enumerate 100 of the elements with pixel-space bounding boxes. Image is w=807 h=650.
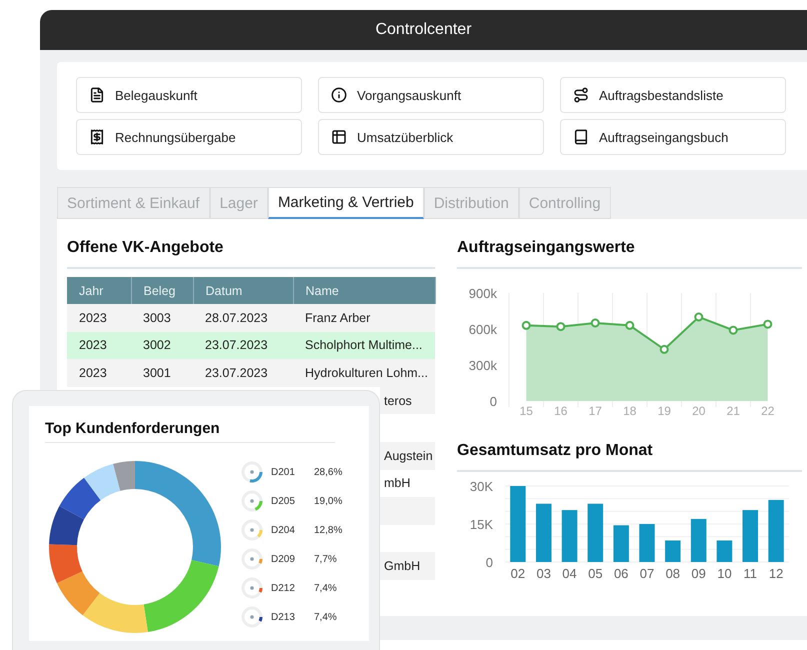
tab[interactable]: Marketing & Vertrieb	[268, 187, 424, 219]
axis-label: 22	[761, 404, 774, 418]
bar	[690, 518, 706, 562]
legend-value: 28,6%	[314, 466, 342, 478]
legend-label: D201	[271, 466, 296, 478]
axis-label: 05	[588, 566, 603, 581]
table-cell: Franz Arber	[293, 304, 435, 332]
axis-label: 18	[623, 404, 636, 418]
table-cell: 3002	[131, 332, 193, 360]
legend-value: 7,7%	[314, 554, 337, 564]
column-header: Datum	[193, 277, 293, 304]
legend-value: 12,8%	[314, 524, 342, 536]
quick-link-button[interactable]: Auftragsbestandsliste	[560, 77, 786, 113]
quick-link-button[interactable]: Rechnungsübergabe	[76, 119, 302, 155]
section-title: Gesamtumsatz pro Monat	[457, 428, 802, 472]
ring-icon	[241, 577, 263, 599]
quick-link-button[interactable]: Auftragseingangsbuch	[560, 119, 786, 155]
bar	[742, 510, 758, 562]
table-cell: 23.07.2023	[193, 359, 293, 387]
axis-label: 300k	[468, 358, 497, 373]
axis-label: 600k	[468, 322, 497, 337]
data-point	[556, 322, 566, 332]
ring-icon	[241, 548, 263, 570]
axis-label: 04	[562, 566, 577, 581]
table-row[interactable]: teros	[380, 386, 435, 414]
legend-label: D209	[271, 554, 296, 564]
data-point	[728, 326, 738, 335]
data-point	[590, 318, 600, 328]
axis-label: 06	[614, 566, 628, 581]
bar	[588, 504, 604, 562]
axis-label: 11	[744, 566, 758, 581]
quick-link-button[interactable]: Vorgangsauskunft	[318, 77, 544, 113]
column-header: Jahr	[67, 277, 131, 304]
axis-label: 12	[768, 566, 784, 581]
axis-label: 0	[490, 394, 497, 409]
axis-label: 15	[520, 404, 533, 418]
document-icon	[89, 87, 105, 103]
axis-label: 900k	[468, 286, 497, 301]
axis-label: 30K	[470, 479, 493, 494]
table-cell: Scholphort Multime...	[293, 332, 435, 360]
section-title: Auftragseingangswerte	[457, 219, 802, 269]
column-header: Name	[293, 277, 435, 304]
quick-link-button[interactable]: Umsatzüberblick	[318, 119, 544, 155]
legend-label: D213	[271, 612, 296, 622]
table-cell: 3001	[131, 359, 193, 387]
table-cell: 23.07.2023	[193, 332, 293, 360]
ring-icon	[241, 490, 263, 512]
ring-icon	[241, 519, 263, 541]
quick-link-button[interactable]: Belegauskunft	[76, 77, 302, 113]
table-cell: 3003	[131, 304, 193, 332]
table-row[interactable]: 2023 3001 23.07.2023 Hydrokulturen Lohm...	[67, 359, 435, 387]
table-row[interactable]: 2023 3003 28.07.2023 Franz Arber	[67, 304, 435, 332]
table-cell: 2023	[67, 304, 131, 332]
axis-label: 20	[692, 404, 706, 418]
table-row[interactable]: GmbH	[380, 552, 435, 580]
data-point	[763, 320, 772, 329]
axis-label: 0	[486, 555, 493, 570]
axis-label: 15K	[470, 517, 493, 532]
table-cell: 2023	[67, 332, 131, 360]
legend-value: 7,4%	[314, 582, 337, 594]
table-row[interactable]: 2023 3002 23.07.2023 Scholphort Multime...	[67, 332, 435, 360]
axis-label: 03	[536, 566, 551, 581]
bar	[716, 540, 732, 562]
data-point	[660, 344, 669, 354]
ring-icon	[241, 461, 263, 483]
axis-label: 07	[640, 566, 654, 581]
axis-label: 16	[554, 404, 568, 418]
table-cell: 2023	[67, 359, 131, 387]
receipt-icon	[89, 129, 105, 145]
column-header: Beleg	[131, 277, 193, 304]
card-title: Top Kundenforderungen	[45, 406, 335, 443]
legend-label: D205	[271, 496, 296, 506]
data-point	[694, 312, 704, 322]
window-title: Controlcenter	[40, 10, 807, 50]
table-icon	[331, 129, 347, 145]
route-icon	[573, 87, 589, 103]
axis-label: 09	[691, 566, 706, 581]
legend-label: D204	[271, 524, 296, 536]
axis-label: 17	[588, 404, 602, 418]
table-cell: Hydrokulturen Lohm...	[293, 359, 435, 387]
axis-label: 21	[726, 404, 740, 418]
info-icon	[331, 87, 347, 103]
bar	[562, 510, 578, 562]
data-point	[522, 320, 531, 330]
axis-label: 19	[658, 404, 671, 418]
bar	[665, 540, 681, 562]
bar	[639, 524, 655, 562]
bar	[613, 525, 629, 562]
axis-label: 02	[510, 566, 526, 581]
ring-icon	[241, 606, 263, 628]
table-row[interactable]	[380, 497, 435, 525]
data-point	[625, 320, 634, 330]
legend-label: D212	[271, 582, 296, 594]
bar	[536, 504, 552, 562]
table-row[interactable]: Augstein	[380, 442, 435, 470]
legend-value: 19,0%	[314, 496, 342, 506]
book-icon	[573, 129, 589, 145]
axis-label: 10	[717, 566, 732, 581]
section-title: Offene VK-Angebote	[67, 219, 435, 269]
table-cell: 28.07.2023	[193, 304, 293, 332]
